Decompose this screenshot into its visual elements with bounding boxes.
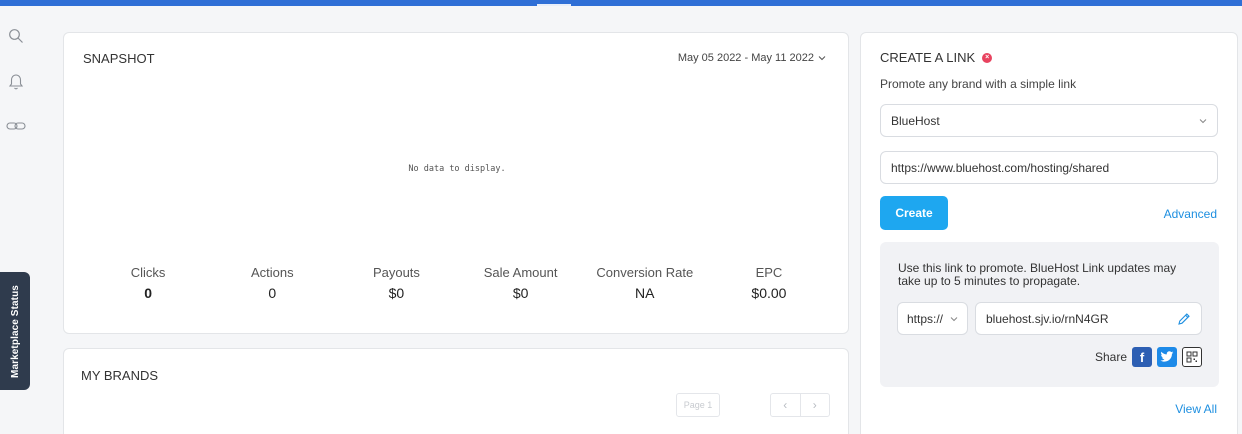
share-row: Share f [1095, 347, 1202, 367]
create-link-title: CREATE A LINK [880, 50, 976, 65]
create-link-card: CREATE A LINK × Promote any brand with a… [860, 32, 1238, 434]
alert-badge-icon: × [982, 52, 993, 63]
marketplace-status-tab[interactable]: Marketplace Status [0, 272, 30, 390]
top-bar-indicator [537, 4, 571, 6]
stat-label: Clicks [130, 265, 166, 280]
stat-value: $0 [388, 285, 405, 301]
stat-clicks: Clicks 0 [86, 265, 210, 301]
my-brands-card: MY BRANDS Page 1 ‹ › [63, 348, 849, 434]
stat-value: $0.00 [751, 285, 787, 301]
stat-actions: Actions 0 [210, 265, 334, 301]
short-link-value: bluehost.sjv.io/rnN4GR [986, 311, 1109, 326]
my-brands-title: MY BRANDS [81, 368, 159, 383]
twitter-icon[interactable] [1157, 347, 1177, 367]
promo-info-text: Use this link to promote. BlueHost Link … [898, 261, 1177, 288]
page-indicator: Page 1 [676, 393, 720, 417]
facebook-icon[interactable]: f [1132, 347, 1152, 367]
share-label: Share [1094, 350, 1127, 364]
chevron-down-icon [1199, 118, 1207, 123]
stat-label: Conversion Rate [596, 265, 694, 280]
short-link-field[interactable]: bluehost.sjv.io/rnN4GR [975, 302, 1202, 335]
view-all-link[interactable]: View All [1175, 402, 1217, 416]
pagination: ‹ › [770, 393, 830, 417]
protocol-value: https:// [907, 311, 944, 326]
create-link-subtitle: Promote any brand with a simple link [880, 77, 1077, 91]
date-range-label: May 05 2022 - May 11 2022 [677, 52, 814, 64]
stat-label: Actions [250, 265, 294, 280]
stat-conversion-rate: Conversion Rate NA [583, 265, 707, 301]
generated-link-panel: Use this link to promote. BlueHost Link … [880, 242, 1219, 387]
stat-sale-amount: Sale Amount $0 [459, 265, 583, 301]
snapshot-title: SNAPSHOT [83, 51, 155, 66]
search-icon[interactable] [6, 26, 26, 46]
link-icon[interactable] [6, 116, 26, 136]
stat-payouts: Payouts $0 [334, 265, 458, 301]
create-button[interactable]: Create [880, 196, 948, 230]
bell-icon[interactable] [6, 72, 26, 92]
next-page-button[interactable]: › [799, 394, 830, 416]
pencil-icon[interactable] [1177, 312, 1191, 326]
stat-value: NA [635, 285, 655, 301]
protocol-select[interactable]: https:// [897, 302, 968, 335]
brand-select[interactable]: BlueHost [880, 104, 1218, 137]
chevron-down-icon [950, 316, 958, 321]
destination-url-input[interactable]: https://www.bluehost.com/hosting/shared [880, 151, 1218, 184]
marketplace-status-label: Marketplace Status [9, 284, 21, 378]
stat-value: $0 [512, 285, 529, 301]
create-link-header: CREATE A LINK × [880, 50, 993, 65]
chevron-down-icon [818, 56, 826, 61]
stat-label: Payouts [372, 265, 420, 280]
brand-select-value: BlueHost [891, 113, 940, 128]
prev-page-button[interactable]: ‹ [771, 394, 800, 416]
stat-epc: EPC $0.00 [707, 265, 831, 301]
top-accent-bar [0, 0, 1242, 6]
date-range-picker[interactable]: May 05 2022 - May 11 2022 [678, 52, 826, 64]
snapshot-card: SNAPSHOT May 05 2022 - May 11 2022 No da… [63, 32, 849, 334]
stat-value: 0 [268, 285, 277, 301]
stat-label: Sale Amount [483, 265, 558, 280]
advanced-link[interactable]: Advanced [1164, 207, 1217, 221]
stat-label: EPC [755, 265, 783, 280]
snapshot-stats: Clicks 0 Actions 0 Payouts $0 Sale Amoun… [86, 265, 831, 301]
destination-url-value: https://www.bluehost.com/hosting/shared [891, 160, 1110, 175]
qr-code-icon[interactable] [1182, 347, 1202, 367]
empty-chart-message: No data to display. [408, 164, 506, 174]
stat-value: 0 [144, 285, 152, 301]
